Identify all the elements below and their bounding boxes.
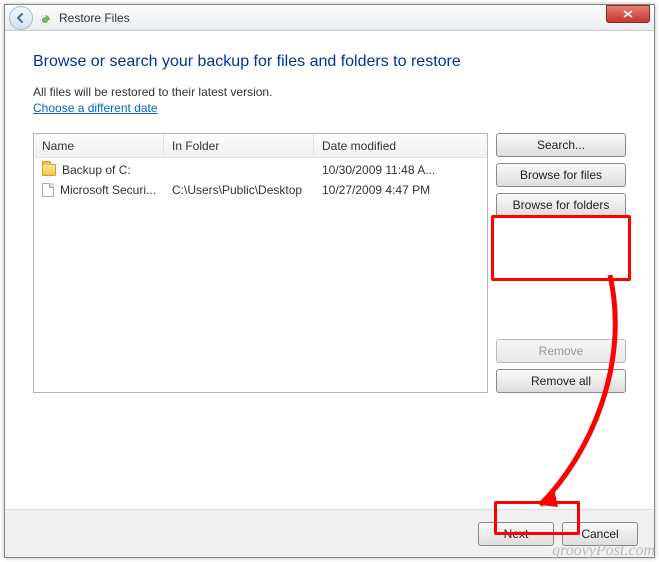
restore-icon <box>37 10 53 26</box>
titlebar: Restore Files <box>5 5 654 31</box>
list-row[interactable]: Microsoft Securi... C:\Users\Public\Desk… <box>34 180 487 200</box>
remove-button: Remove <box>496 339 626 363</box>
list-row[interactable]: Backup of C: 10/30/2009 11:48 A... <box>34 160 487 180</box>
page-heading: Browse or search your backup for files a… <box>33 53 626 71</box>
col-folder[interactable]: In Folder <box>164 134 314 157</box>
search-button[interactable]: Search... <box>496 133 626 157</box>
main-row: Name In Folder Date modified Backup of C… <box>33 133 626 393</box>
window-title: Restore Files <box>59 11 130 25</box>
close-button[interactable] <box>606 5 650 23</box>
cell-name: Backup of C: <box>62 163 131 177</box>
browse-folders-button[interactable]: Browse for folders <box>496 193 626 217</box>
file-list[interactable]: Name In Folder Date modified Backup of C… <box>33 133 488 393</box>
col-date[interactable]: Date modified <box>314 134 487 157</box>
restore-files-window: Restore Files Browse or search your back… <box>4 4 655 558</box>
cell-date: 10/27/2009 4:47 PM <box>314 180 487 200</box>
choose-date-link[interactable]: Choose a different date <box>33 101 158 115</box>
back-button[interactable] <box>9 6 33 30</box>
version-note: All files will be restored to their late… <box>33 85 626 99</box>
cell-date: 10/30/2009 11:48 A... <box>314 160 487 180</box>
remove-all-button[interactable]: Remove all <box>496 369 626 393</box>
list-body: Backup of C: 10/30/2009 11:48 A... Micro… <box>34 158 487 202</box>
cell-folder <box>164 160 314 180</box>
watermark: groovyPost.com <box>552 542 655 560</box>
cell-folder: C:\Users\Public\Desktop <box>164 180 314 200</box>
browse-files-button[interactable]: Browse for files <box>496 163 626 187</box>
close-icon <box>623 10 633 18</box>
content-area: Browse or search your backup for files a… <box>5 31 654 393</box>
next-button[interactable]: Next <box>478 522 554 546</box>
spacer <box>496 223 626 333</box>
folder-icon <box>42 164 56 176</box>
arrow-left-icon <box>15 12 27 24</box>
list-header: Name In Folder Date modified <box>34 134 487 158</box>
side-buttons: Search... Browse for files Browse for fo… <box>496 133 626 393</box>
file-icon <box>42 183 54 197</box>
cell-name: Microsoft Securi... <box>60 183 156 197</box>
col-name[interactable]: Name <box>34 134 164 157</box>
